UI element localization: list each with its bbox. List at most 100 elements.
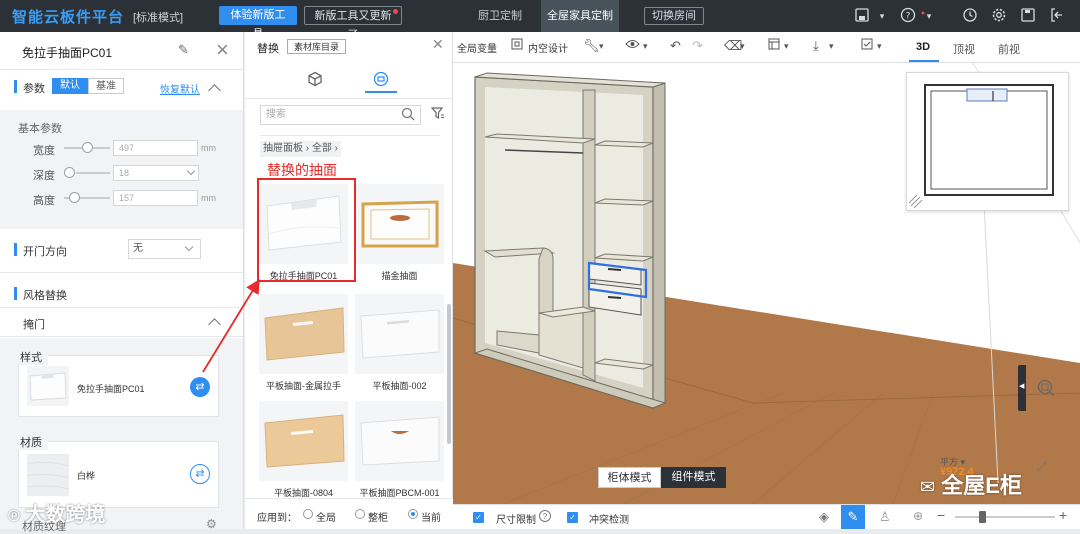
gear-icon[interactable] (990, 7, 1008, 25)
download-icon[interactable]: ⤓ (813, 38, 819, 54)
model-library-icon[interactable] (365, 65, 397, 93)
tab-base[interactable]: 基准 (88, 78, 124, 94)
height-input[interactable]: 157 (113, 190, 198, 206)
height-label: 高度 (33, 195, 55, 207)
side-panel-toggle[interactable]: ◀ (1018, 365, 1026, 411)
apply-current-label: 当前 (421, 513, 441, 524)
chevron-down-icon[interactable]: ▾ (643, 41, 648, 52)
replace-panel-title: 替换 (257, 43, 279, 55)
chevron-down-icon[interactable]: ▾ (920, 7, 938, 25)
app-logo: 智能云板件平台 (12, 9, 125, 26)
depth-select[interactable]: 18 (113, 165, 199, 181)
new-tool-button[interactable]: 体验新版工具 (219, 6, 297, 40)
size-limit-checkbox[interactable]: ✓ (473, 512, 484, 523)
height-slider-handle[interactable] (69, 192, 80, 203)
search-input[interactable]: 搜索 (260, 105, 421, 125)
wechat-icon: ✉ (920, 477, 936, 497)
door-direction-value: 无 (133, 243, 143, 254)
add-view-icon[interactable]: ⊕ (913, 509, 923, 523)
fullscreen-icon[interactable]: ⤢ (1036, 459, 1046, 475)
help-icon[interactable]: ? (539, 510, 551, 522)
item-thumbnail (355, 401, 444, 481)
chevron-down-icon[interactable]: ▾ (599, 41, 604, 52)
sub-section-header[interactable]: 掩门 (0, 307, 243, 337)
height-unit: mm (201, 193, 216, 203)
item-thumbnail (355, 294, 444, 374)
zoom-in-icon[interactable]: + (1059, 507, 1067, 523)
save-dropdown-icon[interactable] (853, 7, 871, 25)
eye-icon[interactable] (625, 38, 640, 53)
filter-icon[interactable] (430, 106, 445, 123)
width-input[interactable]: 497 (113, 140, 198, 156)
tab-whole-house[interactable]: 全屋家具定制 (541, 0, 619, 32)
library-catalog-button[interactable]: 素材库目录 (287, 39, 347, 54)
item-thumbnail (259, 294, 348, 374)
restore-default-link[interactable]: 恢复默认 (160, 81, 200, 96)
width-label: 宽度 (33, 145, 55, 157)
figure-icon[interactable]: ♙ (879, 509, 891, 525)
wrench-icon[interactable]: 🔧︎ (583, 38, 600, 54)
global-variables-button[interactable]: 全局变量 (457, 40, 497, 55)
item-name: 平板抽面-金属拉手 (266, 381, 341, 391)
tab-top-view[interactable]: 顶视 (953, 41, 975, 57)
collapse-icon[interactable] (208, 318, 221, 331)
switch-room-button[interactable]: 切换房间 (644, 7, 704, 25)
width-slider-handle[interactable] (82, 142, 93, 153)
minimap[interactable] (906, 72, 1069, 211)
tab-3d[interactable]: 3D (916, 41, 930, 53)
floppy-save-icon[interactable] (1019, 7, 1037, 25)
history-icon[interactable] (961, 7, 979, 25)
chevron-down-icon[interactable]: ▾ (873, 7, 891, 25)
depth-slider-handle[interactable] (64, 167, 75, 178)
apply-current-radio[interactable] (408, 509, 418, 519)
search-icon[interactable] (401, 107, 415, 124)
checklist-icon[interactable] (861, 38, 873, 53)
property-panel: 免拉手抽面PC01 ✎ × 参数 默认 基准 恢复默认 基本参数 宽度 497 … (0, 32, 244, 533)
collapse-icon[interactable] (208, 84, 221, 97)
replaced-drawer-annotation: 替换的抽面 (267, 162, 337, 178)
close-icon[interactable]: ✕ (432, 36, 444, 53)
zoom-slider-handle[interactable] (979, 511, 986, 523)
new-tool-updated-button[interactable]: 新版工具又更新了 (304, 6, 402, 41)
interior-design-button[interactable]: 内空设计 (528, 40, 568, 55)
redo-icon[interactable]: ↷ (692, 38, 703, 54)
apply-global-radio[interactable] (303, 509, 313, 519)
panel-scrollbar[interactable] (447, 304, 451, 444)
close-icon[interactable]: × (216, 37, 229, 63)
tab-front-view[interactable]: 前视 (998, 41, 1020, 57)
cube-icon[interactable] (299, 65, 331, 93)
depth-slider-track[interactable] (76, 172, 110, 174)
apply-cabinet-radio[interactable] (355, 509, 365, 519)
zoom-out-icon[interactable]: − (937, 507, 945, 523)
brush-icon[interactable]: ✎ (841, 505, 865, 529)
style-card: 免拉手抽面PC01 ⇄ (18, 355, 219, 417)
undo-icon[interactable]: ↶ (670, 38, 681, 54)
breadcrumb[interactable]: 抽屉面板 › 全部 › (260, 141, 341, 157)
property-panel-title: 免拉手抽面PC01 (22, 46, 113, 60)
edit-icon[interactable]: ✎ (178, 42, 189, 58)
cabinet-mode-button[interactable]: 柜体模式 (598, 467, 661, 488)
chevron-down-icon[interactable]: ▾ (740, 41, 745, 52)
swap-icon[interactable]: ⇄ (190, 464, 210, 484)
search-placeholder: 搜索 (266, 109, 286, 120)
chevron-down-icon[interactable]: ▾ (784, 41, 789, 52)
interior-design-icon[interactable] (511, 38, 523, 53)
conflict-check-checkbox[interactable]: ✓ (567, 512, 578, 523)
width-unit: mm (201, 143, 216, 153)
basic-params-label: 基本参数 (18, 123, 62, 135)
tab-default[interactable]: 默认 (52, 78, 88, 94)
item-thumbnail (355, 184, 444, 264)
tab-kitchen-bath[interactable]: 厨卫定制 (463, 0, 537, 32)
style-replace-section: 风格替换 掩门 免拉手抽面PC01 ⇄ 样式 白桦 ⇄ 材质 (0, 273, 243, 529)
chevron-down-icon[interactable]: ▾ (829, 41, 834, 52)
cube-view-icon[interactable]: ◈ (819, 509, 829, 525)
exit-icon[interactable] (1048, 7, 1066, 25)
style-tag: 样式 (14, 349, 48, 365)
component-mode-button[interactable]: 组件模式 (661, 467, 726, 488)
layout-icon[interactable] (768, 38, 780, 53)
zoom-fit-icon[interactable] (1036, 378, 1056, 401)
swap-icon[interactable]: ⇄ (190, 377, 210, 397)
chevron-down-icon[interactable]: ▾ (877, 41, 882, 52)
zoom-slider-track[interactable] (955, 516, 1055, 518)
watermark-left: ℗ 大数跨境 (8, 498, 105, 527)
